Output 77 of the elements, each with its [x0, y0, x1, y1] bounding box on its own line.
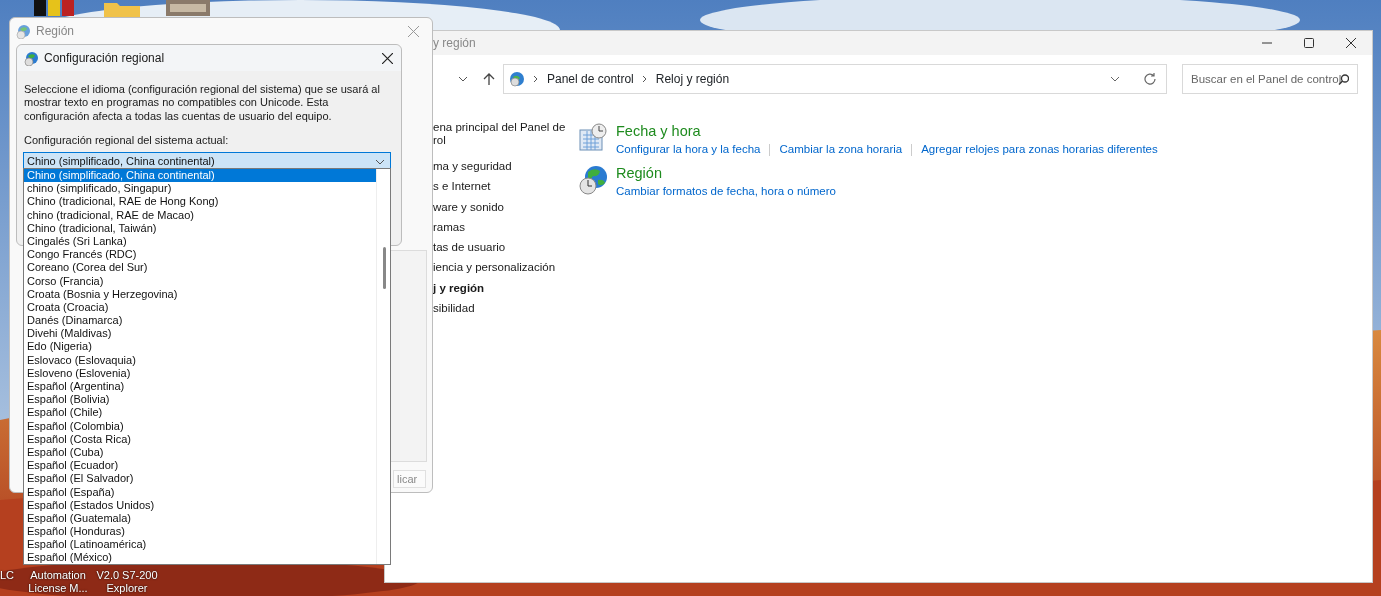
description-text: Seleccione el idioma (configuración regional del sistema) que se usará al mostrar texto en programas no compatibles con Unicode. Esta configuración afecta a todas las cuentas de usuario del equipo. — [24, 83, 381, 124]
up-arrow-icon — [483, 72, 495, 86]
dropdown-option[interactable]: Croata (Croacia) — [24, 300, 376, 315]
dropdown-option[interactable]: Congo Francés (RDC) — [24, 248, 376, 262]
sidebar-link[interactable]: ma y seguridad — [433, 160, 579, 173]
sidebar-link[interactable]: ramas — [433, 220, 579, 234]
breadcrumb-item[interactable]: Reloj y región — [655, 70, 730, 88]
desktop-icon-label[interactable]: Automation License M... — [26, 569, 90, 595]
sidebar-link[interactable]: sibilidad — [433, 302, 579, 316]
category-title[interactable]: Región — [616, 165, 836, 183]
dropdown-option[interactable]: Español (Argentina) — [24, 380, 376, 394]
search-field[interactable]: Buscar en el Panel de control — [1182, 64, 1358, 94]
calendar-clock-icon[interactable] — [579, 123, 607, 153]
dropdown-option[interactable]: Chino (tradicional, Taiwán) — [24, 221, 376, 235]
dropdown-option[interactable]: Español (Latinoamérica) — [24, 538, 376, 552]
apply-button[interactable]: licar — [393, 470, 426, 488]
dropdown-option[interactable]: Español (Guatemala) — [24, 511, 376, 526]
chevron-right-icon — [533, 75, 539, 83]
close-icon — [1346, 38, 1356, 48]
chevron-down-icon — [458, 74, 468, 84]
dropdown-option[interactable]: Español (Bolivia) — [24, 393, 376, 407]
dialog-title: Región — [36, 23, 75, 40]
dropdown-option[interactable]: Eslovaco (Eslovaquia) — [24, 353, 376, 367]
dropdown-icon[interactable] — [1110, 76, 1120, 82]
breadcrumb-item[interactable]: Panel de control — [547, 70, 634, 88]
globe-icon — [23, 50, 38, 66]
dropdown-option[interactable]: Español (Estados Unidos) — [24, 498, 376, 512]
address-bar[interactable]: Panel de control Reloj y región — [503, 64, 1167, 94]
scrollbar-thumb[interactable] — [383, 247, 386, 289]
sidebar-link[interactable]: j y región — [433, 281, 579, 295]
dropdown-option[interactable]: Español (España) — [24, 485, 376, 499]
close-icon — [407, 25, 419, 37]
thumbnail-icon[interactable] — [166, 0, 210, 16]
dropdown-option[interactable]: Español (Colombia) — [24, 419, 376, 433]
dropdown-option[interactable]: chino (simplificado, Singapur) — [24, 182, 376, 196]
sidebar-link[interactable]: s e Internet — [433, 180, 579, 194]
desktop-icon-label[interactable]: LC — [0, 569, 15, 582]
dropdown-option[interactable]: Edo (Nigeria) — [24, 340, 376, 354]
dropdown-option[interactable]: Español (Cuba) — [24, 445, 376, 460]
dropdown-option[interactable]: chino (tradicional, RAE de Macao) — [24, 208, 376, 222]
category-link[interactable]: Configurar la hora y la fecha — [616, 141, 761, 159]
globe-clock-icon[interactable] — [579, 165, 607, 196]
window-title: y región — [433, 35, 476, 52]
category-link[interactable]: Cambiar formatos de fecha, hora o número — [616, 183, 836, 201]
dropdown-option[interactable]: Divehi (Maldivas) — [24, 327, 376, 341]
dropdown-option[interactable]: Español (Chile) — [24, 406, 376, 420]
dropdown-option[interactable]: Español (Costa Rica) — [24, 432, 376, 446]
dropdown-option[interactable]: Corso (Francia) — [24, 274, 376, 288]
app-icon[interactable] — [34, 0, 74, 17]
dropdown-option[interactable]: Danés (Dinamarca) — [24, 314, 376, 328]
dropdown-option[interactable]: Chino (simplificado, China continental) — [24, 169, 376, 183]
globe-icon — [16, 23, 31, 39]
dropdown-option[interactable]: Español (El Salvador) — [24, 472, 376, 486]
refresh-icon[interactable] — [1144, 73, 1156, 85]
category-title[interactable]: Fecha y hora — [616, 123, 1158, 140]
field-label: Configuración regional del sistema actual: — [24, 133, 229, 149]
dropdown-option[interactable]: Español (Honduras) — [24, 525, 376, 539]
chevron-right-icon — [641, 75, 648, 83]
globe-icon — [510, 71, 525, 87]
sidebar-link[interactable]: ena principal del Panel de rol — [433, 121, 579, 147]
dropdown-option[interactable]: Español (Ecuador) — [24, 459, 376, 473]
dropdown-option[interactable]: Coreano (Corea del Sur) — [24, 261, 376, 275]
close-icon — [381, 52, 393, 64]
dropdown-option[interactable]: Cingalés (Sri Lanka) — [24, 234, 376, 249]
sidebar-link[interactable]: ware y sonido — [433, 200, 579, 214]
dialog-title: Configuración regional — [44, 50, 166, 67]
sidebar-link[interactable]: tas de usuario — [433, 241, 579, 255]
category-link[interactable]: Cambiar la zona horaria — [779, 141, 903, 159]
sidebar-link[interactable]: iencia y personalización — [433, 261, 579, 275]
dropdown-option[interactable]: Esloveno (Eslovenia) — [24, 366, 376, 380]
dropdown-option[interactable]: Croata (Bosnia y Herzegovina) — [24, 287, 376, 301]
dropdown-option[interactable]: Chino (tradicional, RAE de Hong Kong) — [24, 195, 376, 209]
category-link[interactable]: Agregar relojes para zonas horarias diferentes — [921, 141, 1158, 159]
chevron-down-icon — [375, 158, 385, 165]
maximize-icon — [1304, 38, 1314, 48]
dropdown-option[interactable]: Español (México) — [24, 551, 376, 564]
desktop-icon-label[interactable]: V2.0 S7-200 Explorer — [95, 569, 159, 595]
